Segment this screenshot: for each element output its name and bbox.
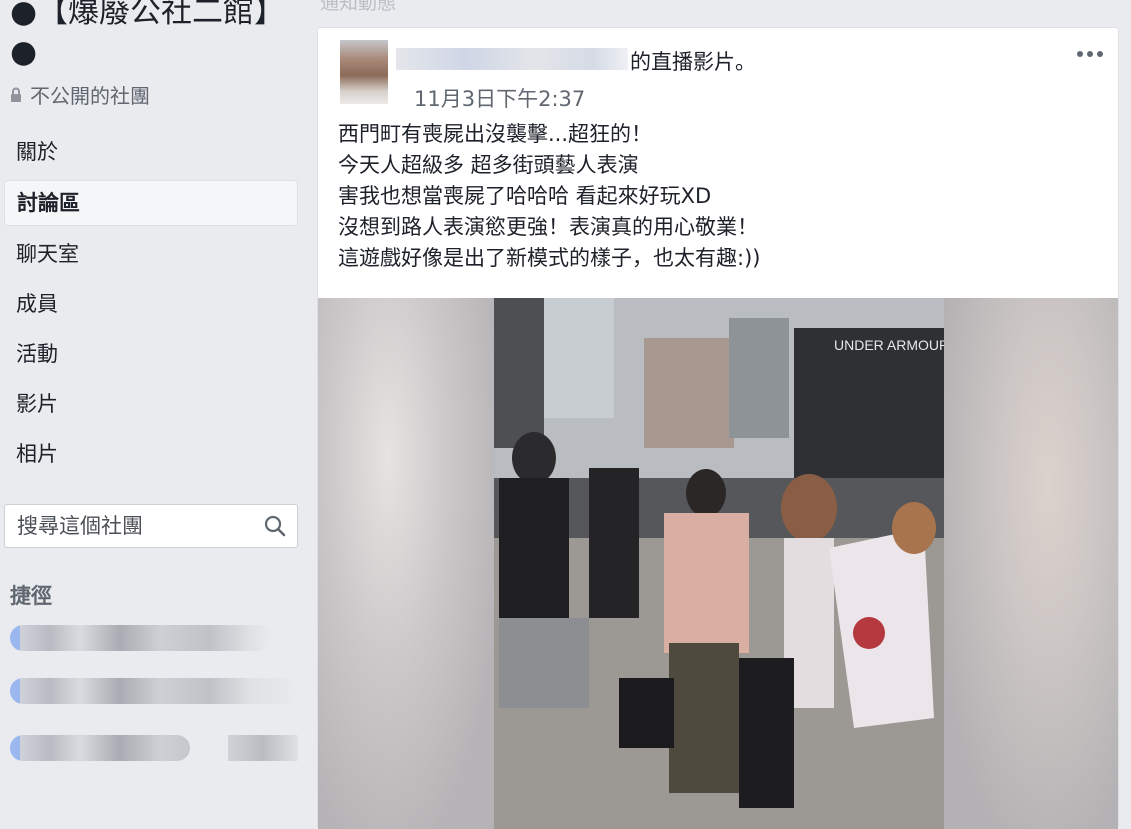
more-options-icon[interactable] [1075,48,1105,60]
privacy-label: 不公開的社團 [30,84,150,108]
shortcut-item-blurred[interactable] [10,735,190,761]
shortcuts-title: 捷徑 [10,584,52,608]
shortcut-item-blurred[interactable] [10,625,272,651]
sidebar: ●【爆廢公社二館】● 不公開的社團 關於 討論區 聊天室 成員 活動 影片 相片… [0,0,305,801]
group-title[interactable]: ●【爆廢公社二館】● [10,0,300,72]
live-video-player[interactable]: UNDER ARMOUR [318,298,1118,829]
video-blur-left [318,298,494,829]
nav-item-about[interactable]: 關於 [4,130,298,174]
shortcut-item-blurred[interactable] [10,678,300,704]
group-search [4,504,298,548]
group-search-input[interactable] [15,513,259,539]
nav-item-members[interactable]: 成員 [4,282,298,326]
store-sign: UNDER ARMOUR [834,337,944,353]
nav-item-events[interactable]: 活動 [4,332,298,376]
video-frame[interactable]: UNDER ARMOUR [494,298,944,829]
nav-item-videos[interactable]: 影片 [4,382,298,426]
group-nav: 關於 討論區 聊天室 成員 活動 影片 相片 [4,130,298,482]
author-avatar-blurred[interactable] [340,40,388,104]
shortcut-count-blurred [228,735,298,761]
author-name-blurred[interactable] [396,48,628,70]
post-text: 西門町有喪屍出沒襲擊...超狂的！ 今天人超級多 超多街頭藝人表演 害我也想當喪… [338,122,761,270]
video-blur-right [944,298,1118,829]
lock-icon [11,87,21,102]
nav-item-discussion[interactable]: 討論區 [4,180,298,226]
nav-item-photos[interactable]: 相片 [4,432,298,476]
feed-section-header: 通知動態 [320,0,397,14]
post-timestamp[interactable]: 11月3日下午2:37 [414,83,585,113]
group-privacy: 不公開的社團 [10,80,150,109]
search-icon[interactable] [263,514,287,538]
post-live-label: 的直播影片。 [630,50,756,74]
nav-item-chat[interactable]: 聊天室 [4,232,298,276]
post-card: 的直播影片。 11月3日下午2:37 西門町有喪屍出沒襲擊...超狂的！ 今天人… [317,27,1119,829]
